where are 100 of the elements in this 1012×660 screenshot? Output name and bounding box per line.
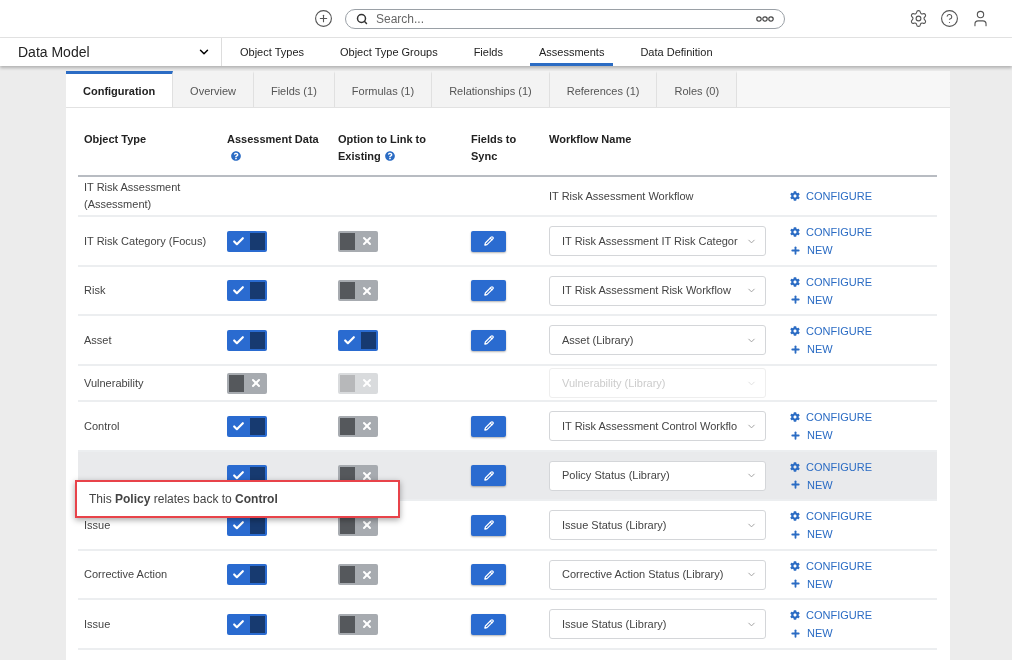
edit-button[interactable] (471, 564, 506, 585)
search-icon (356, 12, 368, 25)
nav-tab[interactable]: Data Definition (631, 38, 722, 66)
object-type-name: Issue (84, 518, 111, 531)
workflow-select[interactable]: Corrective Action Status (Library) (549, 559, 766, 590)
x-icon (360, 284, 373, 297)
configure-link[interactable]: CONFIGURE (790, 275, 931, 288)
check-icon (232, 234, 245, 248)
object-type-name: IT Risk Category (Focus) (84, 234, 207, 247)
toggle-switch[interactable] (227, 230, 267, 252)
nav-tab[interactable]: Fields (464, 38, 512, 66)
new-link[interactable]: NEW (790, 528, 931, 540)
toggle-switch[interactable] (338, 329, 378, 351)
toggle-switch[interactable] (227, 372, 267, 394)
toggle-switch[interactable] (338, 415, 378, 437)
workflow-select[interactable]: IT Risk Assessment Risk Workflow (549, 275, 766, 306)
new-link[interactable]: NEW (790, 627, 931, 639)
edit-button[interactable] (471, 465, 506, 486)
new-link[interactable]: NEW (790, 343, 931, 355)
configure-link[interactable]: CONFIGURE (790, 559, 931, 572)
tab[interactable]: References (1) (549, 71, 658, 107)
check-icon (232, 518, 245, 532)
workflow-name: IT Risk Assessment Workflow (549, 189, 694, 202)
plus-icon (790, 294, 801, 305)
plus-icon (790, 343, 801, 355)
object-type-name: Vulnerability (84, 376, 144, 389)
check-icon (232, 617, 245, 631)
toggle-switch[interactable] (338, 230, 378, 252)
new-link[interactable]: NEW (790, 244, 931, 256)
object-type-name: Asset (84, 333, 112, 346)
edit-button[interactable] (471, 415, 506, 437)
toggle-switch[interactable] (338, 280, 378, 301)
pencil-icon (483, 569, 494, 580)
tab[interactable]: Relationships (1) (432, 71, 550, 107)
workflow-select[interactable]: Policy Status (Library) (549, 460, 766, 491)
column-header: Workflow Name (548, 132, 633, 147)
column-header: Fields to Sync (470, 132, 518, 164)
toggle-switch[interactable] (227, 613, 267, 635)
new-link[interactable]: NEW (790, 478, 931, 491)
x-icon (360, 519, 373, 531)
edit-button[interactable] (471, 230, 506, 252)
more-icon[interactable] (756, 15, 774, 22)
tab[interactable]: Overview (173, 71, 254, 107)
edit-button[interactable] (471, 329, 506, 351)
pencil-icon (483, 285, 494, 296)
user-icon[interactable] (971, 9, 990, 28)
x-icon (360, 235, 373, 247)
x-icon (360, 420, 373, 432)
configure-link[interactable]: CONFIGURE (790, 325, 931, 337)
settings-icon (790, 191, 800, 201)
edit-button[interactable] (471, 280, 506, 301)
add-icon[interactable] (314, 9, 333, 28)
pencil-icon (483, 236, 494, 246)
search-input[interactable]: Search... (374, 10, 750, 27)
configure-link[interactable]: CONFIGURE (790, 190, 931, 202)
edit-button[interactable] (471, 514, 506, 536)
nav-tab[interactable]: Object Types (231, 38, 313, 66)
toggle-switch[interactable] (227, 280, 267, 301)
workflow-select[interactable]: Asset (Library) (549, 325, 766, 355)
x-icon (360, 568, 373, 581)
tab[interactable]: Roles (0) (657, 71, 738, 107)
tab[interactable]: Formulas (1) (334, 71, 433, 107)
check-icon (232, 284, 245, 297)
check-icon (232, 333, 245, 347)
toggle-switch[interactable] (338, 564, 378, 585)
workflow-select[interactable]: Issue Status (Library) (549, 510, 766, 540)
settings-icon[interactable] (909, 9, 928, 28)
nav-tab[interactable]: Object Type Groups (331, 38, 447, 66)
nav-tab[interactable]: Assessments (529, 38, 614, 66)
tab[interactable]: Fields (1) (253, 71, 335, 107)
configure-link[interactable]: CONFIGURE (790, 411, 931, 423)
help-icon[interactable] (940, 9, 959, 28)
new-link[interactable]: NEW (790, 293, 931, 306)
tooltip-text: This Policy relates back to Control (89, 492, 278, 506)
settings-icon (790, 511, 800, 521)
model-dropdown[interactable]: Data Model (0, 38, 222, 66)
tab[interactable]: Configuration (66, 71, 174, 107)
plus-icon (790, 429, 801, 441)
edit-button[interactable] (471, 613, 506, 635)
check-icon (232, 568, 245, 581)
workflow-select[interactable]: IT Risk Assessment Control Workflo (549, 411, 766, 441)
object-type-name: Corrective Action (84, 568, 168, 580)
workflow-select[interactable]: IT Risk Assessment IT Risk Categor (549, 226, 766, 256)
toggle-switch[interactable] (338, 613, 378, 635)
plus-icon (790, 627, 801, 639)
help-icon[interactable] (384, 151, 395, 161)
toggle-switch[interactable] (227, 329, 267, 351)
settings-icon (790, 276, 800, 287)
pencil-icon (483, 470, 494, 481)
new-link[interactable]: NEW (790, 429, 931, 441)
toggle-switch[interactable] (227, 564, 267, 585)
new-link[interactable]: NEW (790, 577, 931, 590)
configure-link[interactable]: CONFIGURE (790, 226, 931, 238)
toggle-switch[interactable] (227, 415, 267, 437)
workflow-select[interactable]: Issue Status (Library) (549, 609, 766, 639)
configure-link[interactable]: CONFIGURE (790, 460, 931, 473)
column-header: Assessment Data (221, 131, 332, 175)
configure-link[interactable]: CONFIGURE (790, 510, 931, 522)
configure-link[interactable]: CONFIGURE (790, 609, 931, 621)
help-icon[interactable] (231, 151, 241, 161)
